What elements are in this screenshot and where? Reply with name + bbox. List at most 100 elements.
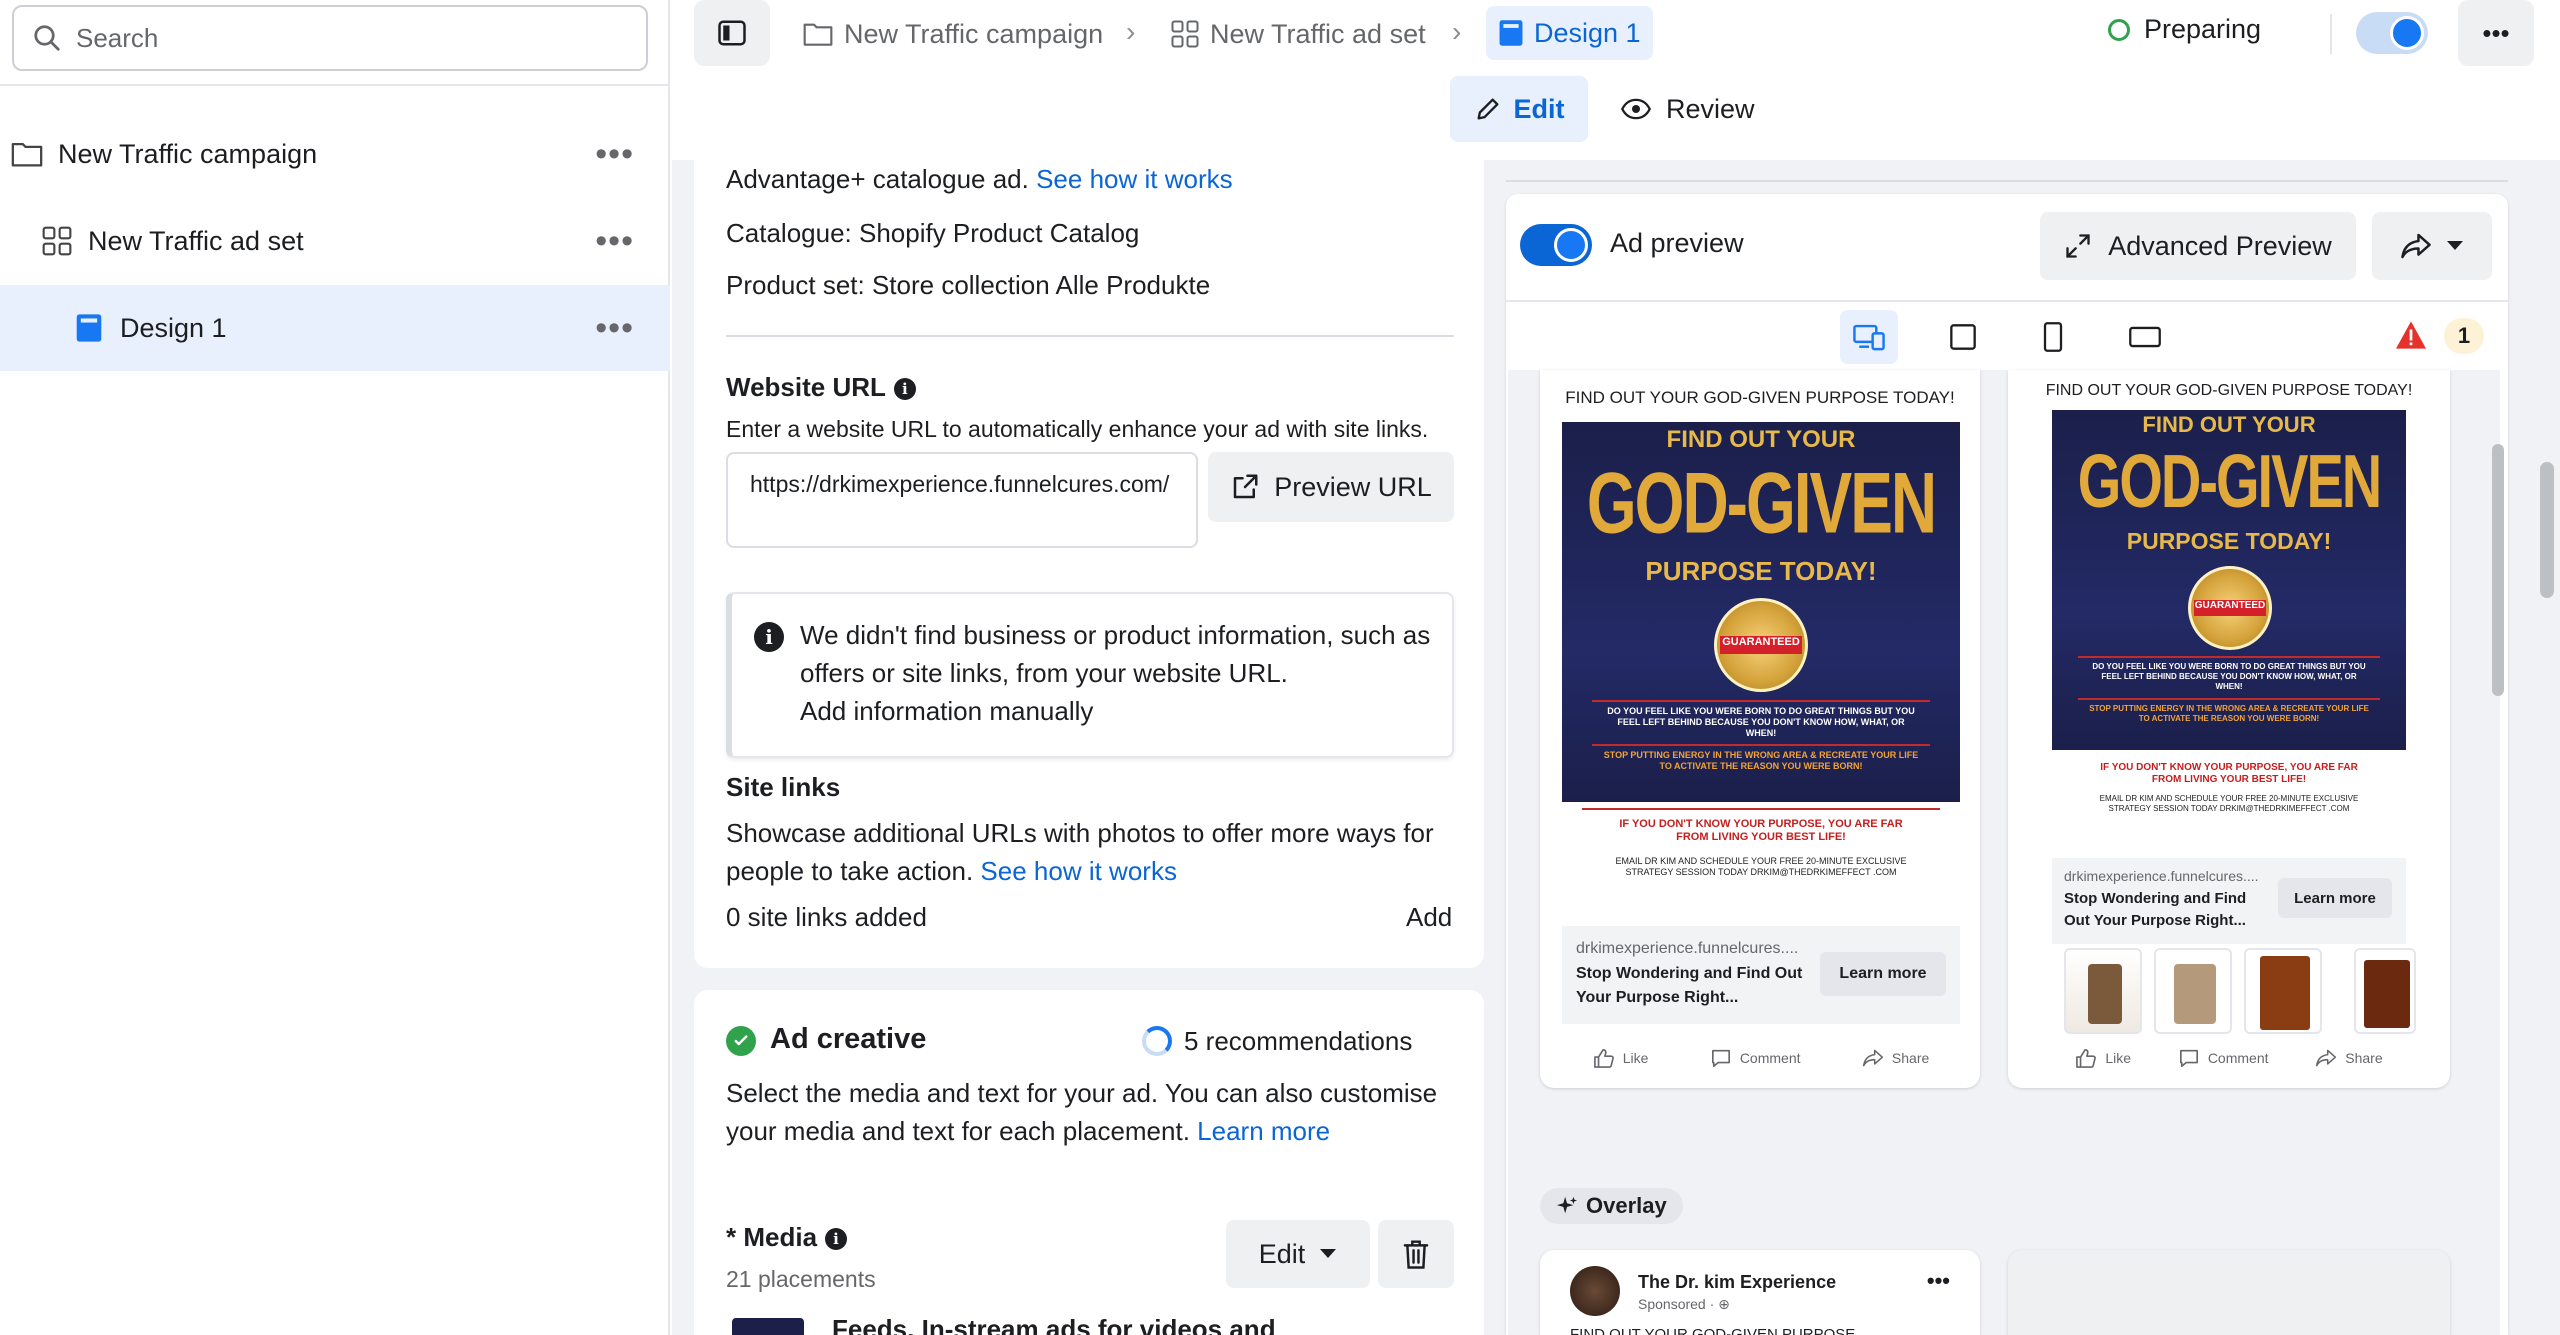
add-information-manually-link[interactable]: Add information manually bbox=[800, 692, 1093, 730]
tree-adset-label: New Traffic ad set bbox=[88, 225, 304, 256]
divider bbox=[1582, 808, 1940, 810]
folder-icon bbox=[10, 137, 44, 171]
ad-creative-description-text: Select the media and text for your ad. Y… bbox=[726, 1078, 1438, 1146]
catalog-product-dresser[interactable] bbox=[2354, 948, 2416, 1034]
learn-more-button[interactable]: Learn more bbox=[2278, 878, 2392, 918]
view-all-placements-button[interactable] bbox=[1840, 310, 1898, 364]
divider bbox=[1506, 180, 2508, 182]
vertical-rect-icon bbox=[2043, 322, 2063, 352]
info-icon: i bbox=[754, 622, 784, 652]
share-button[interactable]: Share bbox=[2315, 1048, 2383, 1068]
ad-link-footer[interactable]: drkimexperience.funnelcures.... Stop Won… bbox=[2052, 858, 2406, 944]
info-icon[interactable]: i bbox=[825, 1228, 848, 1251]
creative-red-text: IF YOU DON'T KNOW YOUR PURPOSE, YOU ARE … bbox=[1619, 818, 1903, 843]
breadcrumb-ad-label: Design 1 bbox=[1534, 17, 1641, 48]
tree-ad-label: Design 1 bbox=[120, 312, 227, 343]
search-input[interactable]: Search bbox=[12, 5, 648, 71]
preview-scrollbar[interactable] bbox=[2492, 444, 2504, 696]
more-options-button[interactable]: ••• bbox=[2458, 0, 2534, 66]
ad-on-off-toggle[interactable] bbox=[2356, 12, 2428, 54]
caret-down-icon bbox=[1320, 1249, 1337, 1258]
site-links-count: 0 site links added bbox=[726, 902, 927, 932]
comment-icon bbox=[2179, 1049, 2198, 1067]
catalog-product-chair-2[interactable] bbox=[2154, 948, 2232, 1034]
sponsored-label: Sponsored · ⊕ bbox=[1638, 1296, 1730, 1312]
view-square-button[interactable] bbox=[1934, 310, 1992, 364]
see-how-it-works-link[interactable]: See how it works bbox=[980, 856, 1177, 886]
recommendations-spinner-icon bbox=[1142, 1026, 1172, 1056]
advanced-preview-button[interactable]: Advanced Preview bbox=[2040, 212, 2356, 280]
warning-count-badge[interactable]: 1 bbox=[2444, 318, 2484, 354]
catalog-product-cabinet[interactable] bbox=[2244, 948, 2322, 1034]
tab-edit[interactable]: Edit bbox=[1450, 76, 1588, 142]
preview-url-label: Preview URL bbox=[1274, 471, 1432, 502]
status-indicator: Preparing bbox=[2108, 14, 2261, 45]
more-options-icon[interactable]: ••• bbox=[595, 222, 634, 261]
like-button[interactable]: Like bbox=[2075, 1048, 2131, 1068]
ad-primary-text: FIND OUT YOUR GOD-GIVEN PURPOSE TODAY! bbox=[2045, 382, 2413, 399]
more-options-icon[interactable]: ••• bbox=[595, 309, 634, 348]
ad-creative-image: FIND OUT YOUR GOD-GIVEN PURPOSE TODAY! G… bbox=[1562, 422, 1960, 802]
view-vertical-button[interactable] bbox=[2024, 310, 2082, 364]
tree-item-campaign[interactable]: New Traffic campaign ••• bbox=[0, 111, 670, 197]
seal-ribbon: GUARANTEED bbox=[2194, 600, 2266, 616]
preview-url-button[interactable]: Preview URL bbox=[1208, 452, 1454, 522]
divider bbox=[1592, 700, 1930, 702]
tab-review[interactable]: Review bbox=[1620, 76, 1770, 142]
tree-item-adset[interactable]: New Traffic ad set ••• bbox=[0, 198, 670, 284]
page-scrollbar[interactable] bbox=[2540, 462, 2554, 598]
creative-red-text: IF YOU DON'T KNOW YOUR PURPOSE, YOU ARE … bbox=[2100, 762, 2358, 785]
product-image bbox=[2364, 960, 2410, 1028]
like-button[interactable]: Like bbox=[1593, 1048, 1649, 1068]
ad-link-footer[interactable]: drkimexperience.funnelcures.... Stop Won… bbox=[1562, 926, 1960, 1024]
sidebar-icon bbox=[718, 20, 746, 46]
site-links-description: Showcase additional URLs with photos to … bbox=[726, 814, 1456, 890]
feed-ad-preview-card[interactable]: FIND OUT YOUR GOD-GIVEN PURPOSE TODAY! F… bbox=[1540, 370, 1980, 1088]
catalog-product-chair[interactable] bbox=[2064, 948, 2142, 1034]
search-placeholder: Search bbox=[76, 22, 159, 53]
sidebar-toggle-button[interactable] bbox=[694, 0, 770, 66]
learn-more-button[interactable]: Learn more bbox=[1820, 952, 1946, 996]
ad-preview-toggle[interactable] bbox=[1520, 224, 1592, 266]
overlay-text: Overlay bbox=[1586, 1193, 1667, 1218]
warning-icon[interactable] bbox=[2394, 320, 2428, 355]
like-label: Like bbox=[1622, 1050, 1649, 1066]
caret-down-icon bbox=[2447, 241, 2463, 250]
breadcrumb-campaign[interactable]: New Traffic campaign bbox=[802, 12, 1103, 56]
comment-button[interactable]: Comment bbox=[2178, 1048, 2269, 1068]
status-ring-icon bbox=[2108, 18, 2130, 41]
divider bbox=[1506, 300, 2508, 302]
breadcrumb-adset[interactable]: New Traffic ad set bbox=[1170, 12, 1426, 56]
see-how-it-works-link[interactable]: See how it works bbox=[1036, 164, 1233, 194]
ad-actions-bar: Like Comment Share bbox=[1562, 1040, 1960, 1076]
more-options-icon[interactable]: ••• bbox=[1927, 1268, 1950, 1294]
edit-media-button[interactable]: Edit bbox=[1226, 1220, 1370, 1288]
comment-icon bbox=[1711, 1049, 1730, 1067]
info-icon[interactable]: i bbox=[893, 378, 916, 401]
story-ad-preview-card[interactable]: The Dr. kim Experience Sponsored · ⊕ •••… bbox=[1540, 1250, 1980, 1335]
view-horizontal-button[interactable] bbox=[2116, 310, 2174, 364]
catalogue-ad-text: Advantage+ catalogue ad. bbox=[726, 164, 1029, 194]
divider bbox=[2330, 14, 2332, 54]
recommendations-link[interactable]: 5 recommendations bbox=[1184, 1022, 1412, 1060]
delete-media-button[interactable] bbox=[1378, 1220, 1454, 1288]
share-preview-button[interactable] bbox=[2372, 212, 2492, 280]
more-options-icon[interactable]: ••• bbox=[595, 135, 634, 174]
ad-headline: Stop Wondering and Find Out Your Purpose… bbox=[2064, 890, 2247, 929]
breadcrumb-ad[interactable]: Design 1 bbox=[1486, 6, 1653, 60]
ad-preview-label: Ad preview bbox=[1610, 228, 1744, 258]
website-url-input[interactable]: https://drkimexperience.funnelcures.com/ bbox=[726, 452, 1198, 548]
tree-item-ad[interactable]: Design 1 ••• bbox=[0, 285, 670, 371]
share-button[interactable]: Share bbox=[1862, 1048, 1929, 1068]
divider bbox=[1592, 744, 1930, 746]
feed-ad-preview-card-catalog[interactable]: FIND OUT YOUR GOD-GIVEN PURPOSE TODAY! F… bbox=[2008, 370, 2450, 1088]
website-url-heading: Website URL i bbox=[726, 368, 916, 406]
learn-more-link[interactable]: Learn more bbox=[1197, 1116, 1330, 1146]
product-image bbox=[2174, 964, 2216, 1024]
more-options-icon: ••• bbox=[2482, 17, 2510, 48]
creative-headline-1: FIND OUT YOUR bbox=[1666, 426, 1856, 453]
check-circle-icon bbox=[726, 1026, 756, 1056]
add-site-link-button[interactable]: Add bbox=[1406, 898, 1452, 936]
comment-button[interactable]: Comment bbox=[1710, 1048, 1801, 1068]
creative-body-1: DO YOU FEEL LIKE YOU WERE BORN TO DO GRE… bbox=[2092, 662, 2366, 691]
